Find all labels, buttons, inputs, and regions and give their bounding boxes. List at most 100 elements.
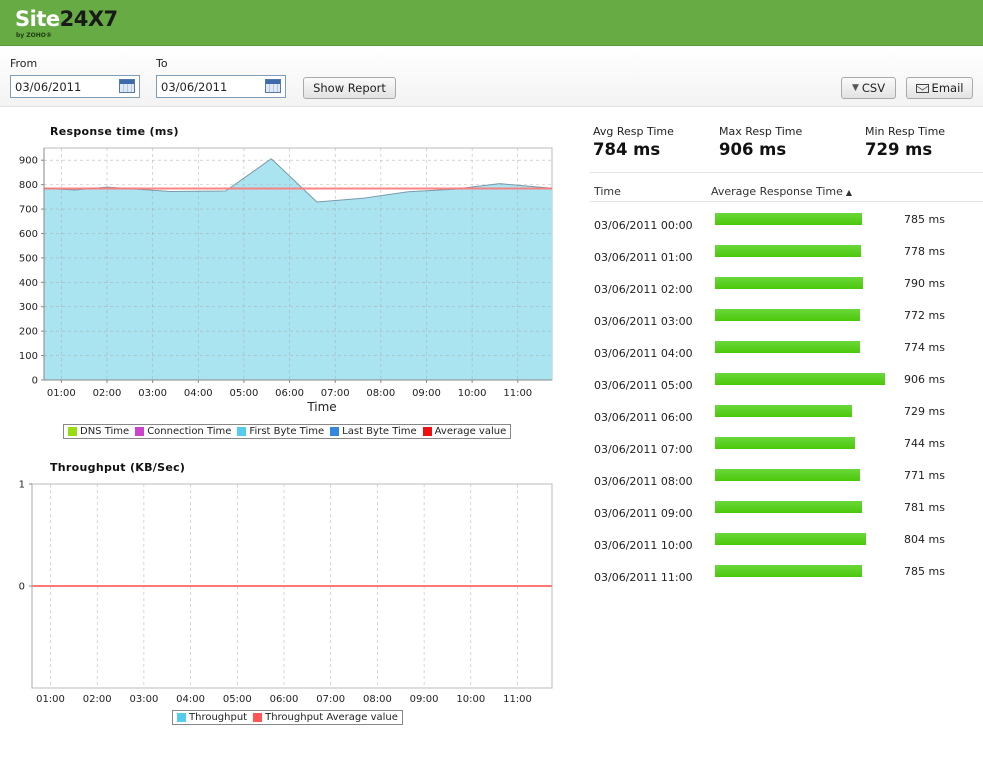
report-toolbar: From To 03/06/2011 03/06/2011 Show Repor…: [0, 47, 983, 107]
x-tick-label: 08:00: [363, 694, 392, 705]
x-tick-label: 04:00: [176, 694, 205, 705]
x-tick-label: 08:00: [366, 388, 395, 399]
legend-swatch: [177, 713, 186, 722]
row-time: 03/06/2011 03:00: [594, 315, 693, 328]
x-tick-label: 05:00: [223, 694, 252, 705]
csv-label: CSV: [861, 81, 886, 95]
header-divider: [590, 201, 983, 202]
x-tick-label: 10:00: [456, 694, 485, 705]
logo-24x7-text: 24X7: [59, 7, 119, 31]
legend-swatch: [135, 427, 145, 436]
app-header: Site24X7 by ZOHO®: [0, 0, 983, 46]
row-time: 03/06/2011 08:00: [594, 475, 693, 488]
x-tick-label: 02:00: [83, 694, 112, 705]
email-button[interactable]: Email: [906, 77, 973, 99]
min-resp-value: 729 ms: [865, 140, 933, 159]
x-axis-title: Time: [306, 400, 336, 414]
legend-item: Connection Time: [135, 426, 231, 437]
avg-resp-value: 784 ms: [593, 140, 661, 159]
y-tick-label: 300: [19, 302, 38, 313]
show-report-button[interactable]: Show Report: [303, 77, 396, 99]
to-date-field[interactable]: 03/06/2011: [156, 75, 286, 98]
response-time-bar: [715, 245, 861, 257]
response-time-bar: [715, 213, 862, 225]
legend-swatch: [237, 427, 247, 436]
legend-swatch: [253, 713, 263, 722]
y-tick-label: 700: [19, 205, 38, 216]
y-tick-label: 400: [19, 278, 38, 289]
x-tick-label: 01:00: [47, 388, 76, 399]
avg-resp-label: Avg Resp Time: [593, 125, 674, 138]
first-byte-time-area: [44, 158, 552, 380]
from-date-value: 03/06/2011: [15, 80, 82, 94]
show-report-label: Show Report: [313, 81, 386, 95]
response-time-bar: [715, 373, 885, 385]
to-date-value: 03/06/2011: [161, 80, 228, 94]
legend-label: Throughput Average value: [265, 712, 398, 723]
row-value: 774 ms: [904, 341, 945, 354]
y-tick-label: 100: [19, 351, 38, 362]
row-time: 03/06/2011 09:00: [594, 507, 693, 520]
row-time: 03/06/2011 00:00: [594, 219, 693, 232]
row-time: 03/06/2011 10:00: [594, 539, 693, 552]
row-time: 03/06/2011 05:00: [594, 379, 693, 392]
row-time: 03/06/2011 11:00: [594, 571, 693, 584]
response-time-bar: [715, 501, 862, 513]
response-time-bar: [715, 437, 855, 449]
legend-label: DNS Time: [80, 426, 130, 437]
row-value: 790 ms: [904, 277, 945, 290]
legend-item: Last Byte Time: [330, 426, 417, 437]
row-value: 804 ms: [904, 533, 945, 546]
max-resp-value: 906 ms: [719, 140, 787, 159]
row-value: 778 ms: [904, 245, 945, 258]
legend-item: Average value: [422, 426, 506, 437]
row-time: 03/06/2011 02:00: [594, 283, 693, 296]
logo-by-zoho: by ZOHO®: [16, 32, 52, 39]
logo-site-text: Site: [15, 7, 60, 31]
x-tick-label: 09:00: [412, 388, 441, 399]
csv-button[interactable]: ▼ CSV: [841, 77, 896, 99]
legend-swatch: [330, 427, 340, 436]
col-header-avg-label: Average Response Time: [711, 185, 843, 198]
response-time-bar: [715, 309, 860, 321]
calendar-icon[interactable]: [265, 79, 281, 93]
row-value: 772 ms: [904, 309, 945, 322]
envelope-icon: [915, 83, 929, 93]
x-tick-label: 01:00: [36, 694, 65, 705]
y-tick-label: 0: [32, 376, 38, 387]
response-time-legend: DNS Time Connection Time First Byte Time La…: [63, 424, 512, 439]
from-label: From: [10, 57, 38, 70]
x-tick-label: 06:00: [270, 694, 299, 705]
col-header-time[interactable]: Time: [594, 185, 621, 198]
to-label: To: [156, 57, 168, 70]
row-value: 781 ms: [904, 501, 945, 514]
legend-item: First Byte Time: [237, 426, 324, 437]
col-header-avg-response[interactable]: Average Response Time ▲: [711, 185, 852, 198]
throughput-chart-title: Throughput (KB/Sec): [50, 461, 186, 474]
response-time-bar: [715, 277, 863, 289]
throughput-legend: Throughput Throughput Average value: [172, 710, 403, 725]
site24x7-logo[interactable]: Site24X7 by ZOHO®: [15, 7, 119, 39]
x-tick-label: 04:00: [184, 388, 213, 399]
row-value: 906 ms: [904, 373, 945, 386]
legend-item: Throughput Average value: [253, 712, 398, 723]
row-value: 771 ms: [904, 469, 945, 482]
calendar-icon[interactable]: [119, 79, 135, 93]
row-value: 785 ms: [904, 565, 945, 578]
x-tick-label: 06:00: [275, 388, 304, 399]
row-time: 03/06/2011 04:00: [594, 347, 693, 360]
legend-label: Throughput: [189, 712, 248, 723]
from-date-field[interactable]: 03/06/2011: [10, 75, 140, 98]
x-tick-label: 03:00: [138, 388, 167, 399]
x-tick-label: 07:00: [316, 694, 345, 705]
response-time-chart: 0 100 200 300 400 500 600 700 800 900 01:00 02:00 03…: [19, 147, 553, 414]
row-value: 744 ms: [904, 437, 945, 450]
response-time-bar: [715, 469, 860, 481]
legend-item: DNS Time: [68, 426, 129, 437]
email-label: Email: [931, 81, 964, 95]
x-tick-label: 02:00: [93, 388, 122, 399]
y-tick-label: 800: [19, 180, 38, 191]
x-tick-label: 05:00: [229, 388, 258, 399]
y-tick-label: 200: [19, 327, 38, 338]
y-tick-label: 600: [19, 229, 38, 240]
